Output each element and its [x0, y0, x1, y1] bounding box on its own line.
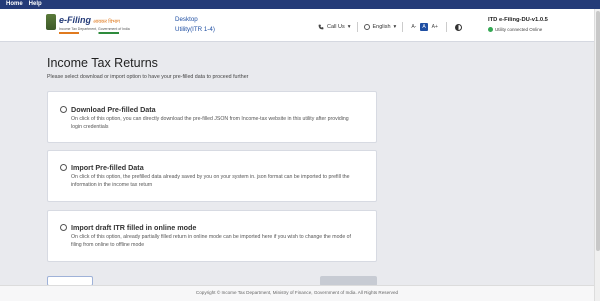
online-dot-icon	[488, 27, 493, 32]
contrast-icon[interactable]	[454, 23, 462, 31]
connection-status: Utility connected Online	[488, 27, 588, 32]
divider	[356, 22, 358, 32]
divider	[402, 22, 404, 32]
app-header: e-Filing आयकर विभाग Income Tax Department…	[0, 9, 594, 42]
radio-import-draft[interactable]	[60, 224, 67, 231]
version-label: ITD e-Filing-DU-v1.0.5	[488, 17, 548, 23]
globe-icon	[363, 24, 370, 30]
status-label: Utility connected Online	[495, 27, 543, 32]
logo-subtitle: Income Tax Department, Government of Ind…	[59, 27, 130, 31]
radio-import-prefilled[interactable]	[60, 164, 67, 171]
option-import-prefilled[interactable]: Import Pre-filled Data On click of this …	[47, 150, 377, 202]
divider	[445, 22, 447, 32]
language-select[interactable]: English ▾	[363, 24, 397, 30]
option-download-prefilled[interactable]: Download Pre-filled Data On click of thi…	[47, 91, 377, 143]
option-import-draft[interactable]: Import draft ITR filled in online mode O…	[47, 210, 377, 262]
product-name: Desktop Utility(ITR 1-4)	[175, 15, 215, 35]
call-us-menu[interactable]: Call Us ▾	[318, 24, 351, 30]
chevron-down-icon: ▾	[393, 24, 397, 30]
header-tools: Call Us ▾ English ▾ A- A A+	[318, 22, 462, 32]
page-title: Income Tax Returns	[47, 56, 158, 70]
option-description: On click of this option, you can directl…	[71, 116, 349, 130]
option-title: Import Pre-filled Data	[71, 163, 144, 172]
option-description: On click of this option, already partial…	[71, 234, 351, 248]
option-title: Download Pre-filled Data	[71, 105, 156, 114]
call-us-label: Call Us	[327, 24, 345, 30]
chevron-down-icon: ▾	[347, 24, 351, 30]
font-decrease-button[interactable]: A-	[411, 24, 416, 30]
page-subtitle: Please select download or import option …	[47, 74, 249, 80]
font-normal-button[interactable]: A	[420, 23, 428, 31]
menu-help[interactable]: Help	[29, 0, 42, 9]
version-block: ITD e-Filing-DU-v1.0.5 Utility connected…	[488, 17, 588, 32]
language-label: English	[372, 24, 391, 30]
font-increase-button[interactable]: A+	[432, 24, 438, 30]
product-line-2: Utility(ITR 1-4)	[175, 26, 215, 33]
option-description: On click of this option, the prefilled d…	[71, 174, 350, 188]
menu-home[interactable]: Home	[6, 0, 23, 9]
copyright-text: Copyright © Income Tax Department, Minis…	[195, 290, 399, 295]
vertical-scrollbar[interactable]	[594, 9, 600, 301]
tricolor-bar	[59, 32, 119, 34]
option-title: Import draft ITR filled in online mode	[71, 223, 197, 232]
radio-download-prefilled[interactable]	[60, 106, 67, 113]
product-line-1: Desktop	[175, 16, 198, 23]
emblem-icon	[46, 14, 56, 30]
efiling-logo[interactable]: e-Filing आयकर विभाग Income Tax Department…	[46, 13, 152, 39]
footer: Copyright © Income Tax Department, Minis…	[0, 285, 594, 301]
logo-hindi: आयकर विभाग	[93, 19, 120, 25]
logo-title: e-Filing	[59, 15, 91, 25]
phone-icon	[318, 24, 324, 30]
menu-bar: Home Help	[0, 0, 600, 9]
scrollbar-thumb[interactable]	[596, 11, 600, 251]
